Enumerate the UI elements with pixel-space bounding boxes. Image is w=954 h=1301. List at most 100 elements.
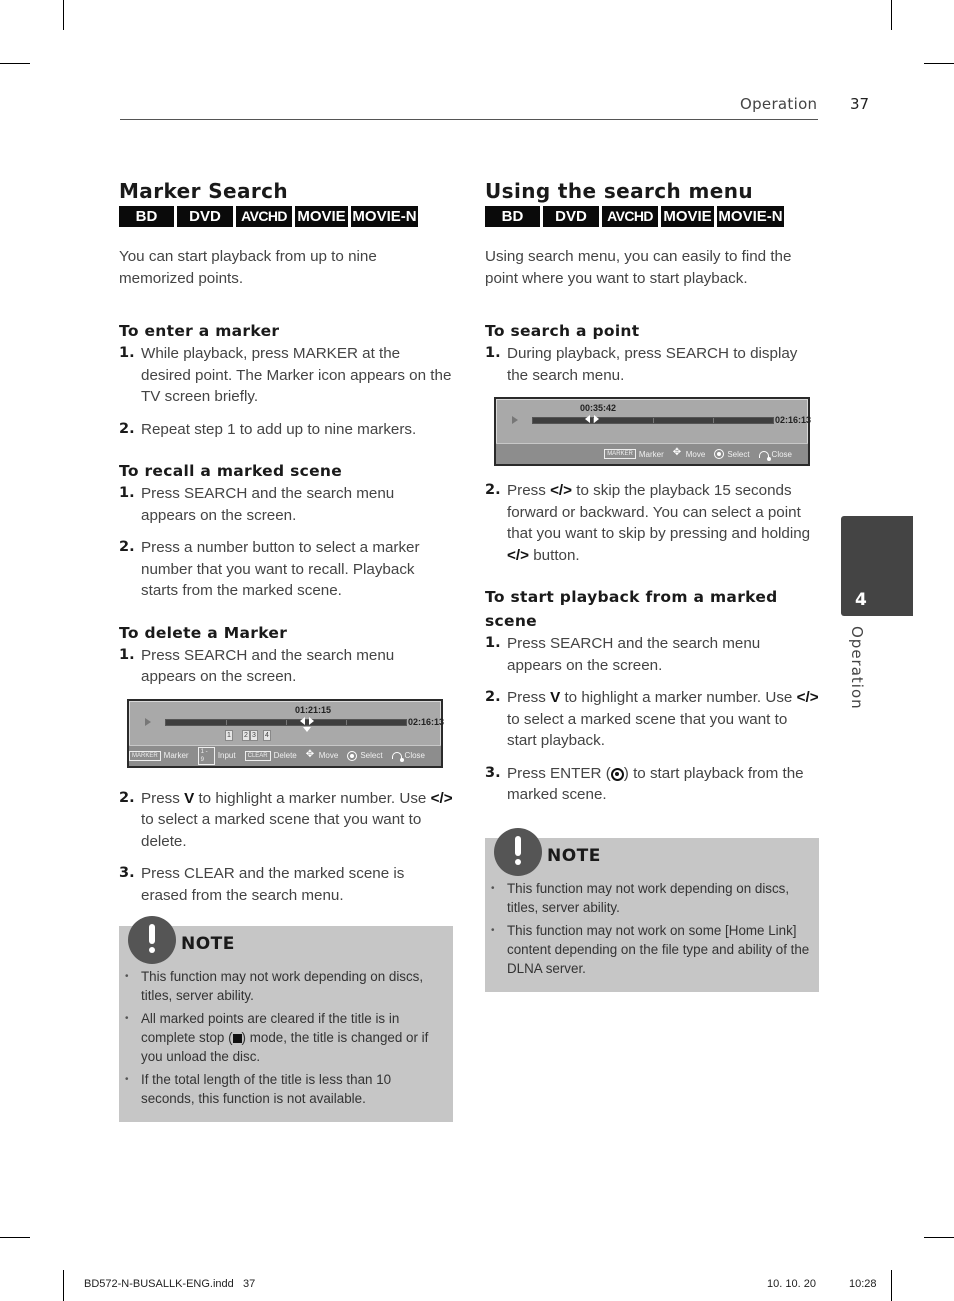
- step-item: 3. Press ENTER () to start playback from …: [485, 764, 804, 804]
- intro-text: You can start playback from up to nine m…: [119, 248, 377, 287]
- subheading: To start playback from a marked scene: [485, 588, 778, 630]
- step-item: 2. Press V to highlight a marker number. …: [485, 689, 819, 749]
- move-arrows-icon: [673, 447, 683, 459]
- search-menu-screenshot: 00:35:42 02:16:13 MARKERMarker Move Sele…: [494, 397, 812, 466]
- chapter-tab: 4: [841, 516, 913, 616]
- badge-movie: MOVIE: [295, 206, 348, 227]
- back-return-icon: [758, 450, 771, 461]
- step-item: 1. Press SEARCH and the search menu appea…: [119, 646, 395, 686]
- current-time: 00:35:42: [580, 403, 617, 413]
- disc-type-badges: BD DVD AVCHD MOVIE MOVIE-N: [485, 206, 819, 227]
- badge-movie-n: MOVIE-N: [351, 206, 418, 227]
- progress-bar: [532, 417, 774, 424]
- play-icon: [145, 717, 151, 726]
- left-right-symbol: </>: [550, 482, 573, 499]
- start-playback-block: To start playback from a marked scene 1.…: [485, 585, 819, 806]
- marker-1: 1: [225, 729, 233, 741]
- subheading: To search a point: [485, 322, 640, 340]
- intro-text: Using search menu, you can easily to fin…: [485, 248, 792, 287]
- note-item: This function may not work depending on …: [125, 967, 445, 1005]
- subheading: To recall a marked scene: [119, 462, 343, 480]
- control-marker: MARKER Marker: [604, 449, 664, 459]
- step-item: 2. Press </> to skip the playback 15 seco…: [485, 482, 811, 564]
- crop-mark: [891, 0, 892, 30]
- step-item: 1. During playback, press SEARCH to displ…: [485, 345, 798, 384]
- crop-mark: [0, 63, 30, 64]
- section-title: Marker Search: [119, 179, 289, 203]
- control-delete: CLEAR Delete: [244, 750, 297, 761]
- left-right-symbol: </>: [430, 789, 453, 807]
- note-box: NOTE This function may not work dependin…: [485, 827, 819, 992]
- osd-control-bar: MARKERMarker Move Select Close: [496, 443, 808, 464]
- chapter-number: 4: [855, 590, 867, 610]
- step-item: 1. Press SEARCH and the search menu appea…: [119, 485, 395, 524]
- control-move: Move: [306, 749, 339, 761]
- select-circle-icon: [714, 449, 725, 459]
- chapter-label: Operation: [848, 626, 866, 710]
- section-title: Using the search menu: [485, 179, 754, 203]
- note-item: This function may not work depending on …: [491, 879, 811, 917]
- search-point-block: To search a point 1. During playback, pre…: [485, 319, 819, 566]
- running-header-section: Operation: [740, 95, 818, 113]
- subheading: To enter a marker: [119, 322, 280, 340]
- current-time: 01:21:15: [295, 704, 332, 715]
- crop-mark: [924, 63, 954, 64]
- exclamation-icon: [128, 916, 176, 964]
- total-time: 02:16:13: [408, 716, 445, 727]
- note-item: If the total length of the title is less…: [125, 1070, 445, 1108]
- left-right-symbol: </>: [796, 689, 819, 706]
- marker-4: 4: [263, 729, 271, 741]
- left-right-symbol: </>: [507, 546, 529, 564]
- move-arrows-icon: [306, 749, 316, 761]
- footer-time: 10:28: [849, 1278, 877, 1290]
- badge-dvd: DVD: [543, 206, 599, 227]
- marker-key-icon: MARKER: [129, 750, 161, 761]
- control-move: Move: [673, 447, 706, 459]
- enter-button-icon: [610, 767, 624, 781]
- marker-search-section: Marker Search BD DVD AVCHD MOVIE MOVIE-N…: [119, 178, 453, 1122]
- badge-movie-n: MOVIE-N: [717, 206, 784, 227]
- header-rule: [120, 119, 818, 120]
- delete-marker-block: To delete a Marker 1. Press SEARCH and th…: [119, 621, 453, 907]
- down-arrow-symbol: V: [184, 789, 195, 807]
- note-item: This function may not work on some [Home…: [491, 921, 811, 978]
- recall-marker-block: To recall a marked scene 1. Press SEARCH …: [119, 459, 453, 602]
- osd-control-bar: MARKERMarker 1 - 9Input CLEARDelete Move…: [129, 744, 441, 766]
- back-return-icon: [391, 752, 404, 762]
- step-item: 1. While playback, press MARKER at the de…: [119, 345, 452, 405]
- position-pointer: [302, 726, 311, 732]
- control-marker: MARKER Marker: [129, 750, 189, 761]
- badge-avchd: AVCHD: [602, 206, 658, 227]
- disc-type-badges: BD DVD AVCHD MOVIE MOVIE-N: [119, 206, 453, 227]
- crop-mark: [924, 1237, 954, 1238]
- step-item: 1. Press SEARCH and the search menu appea…: [485, 635, 761, 674]
- number-key-icon: 1 - 9: [197, 746, 215, 765]
- control-select: Select: [714, 449, 750, 459]
- position-knob: [299, 716, 314, 725]
- marker-key-icon: MARKER: [604, 449, 636, 459]
- control-select: Select: [347, 750, 383, 761]
- subheading: To delete a Marker: [119, 623, 288, 642]
- crop-mark: [0, 1237, 30, 1238]
- enter-marker-block: To enter a marker 1. While playback, pres…: [119, 319, 453, 440]
- step-item: 2. Press a number button to select a mark…: [119, 539, 420, 599]
- total-time: 02:16:13: [775, 415, 812, 425]
- progress-bar: [165, 718, 407, 726]
- down-arrow-symbol: V: [550, 689, 561, 706]
- badge-bd: BD: [485, 206, 540, 227]
- footer-filename: BD572-N-BUSALLK-ENG.indd 37: [84, 1278, 256, 1290]
- exclamation-icon: [494, 827, 542, 876]
- note-title: NOTE: [547, 845, 601, 866]
- marker-2: 2: [242, 729, 250, 741]
- control-close: Close: [391, 751, 425, 762]
- badge-avchd: AVCHD: [236, 206, 292, 227]
- control-input: 1 - 9 Input: [197, 746, 236, 765]
- badge-movie: MOVIE: [661, 206, 714, 227]
- stop-icon: [232, 1034, 242, 1043]
- clear-key-icon: CLEAR: [244, 750, 271, 761]
- position-knob: [585, 415, 599, 423]
- step-item: 2. Press V to highlight a marker number. …: [119, 789, 453, 850]
- select-circle-icon: [347, 750, 358, 761]
- footer-date: 10. 10. 20: [767, 1278, 816, 1290]
- page-number: 37: [850, 95, 870, 113]
